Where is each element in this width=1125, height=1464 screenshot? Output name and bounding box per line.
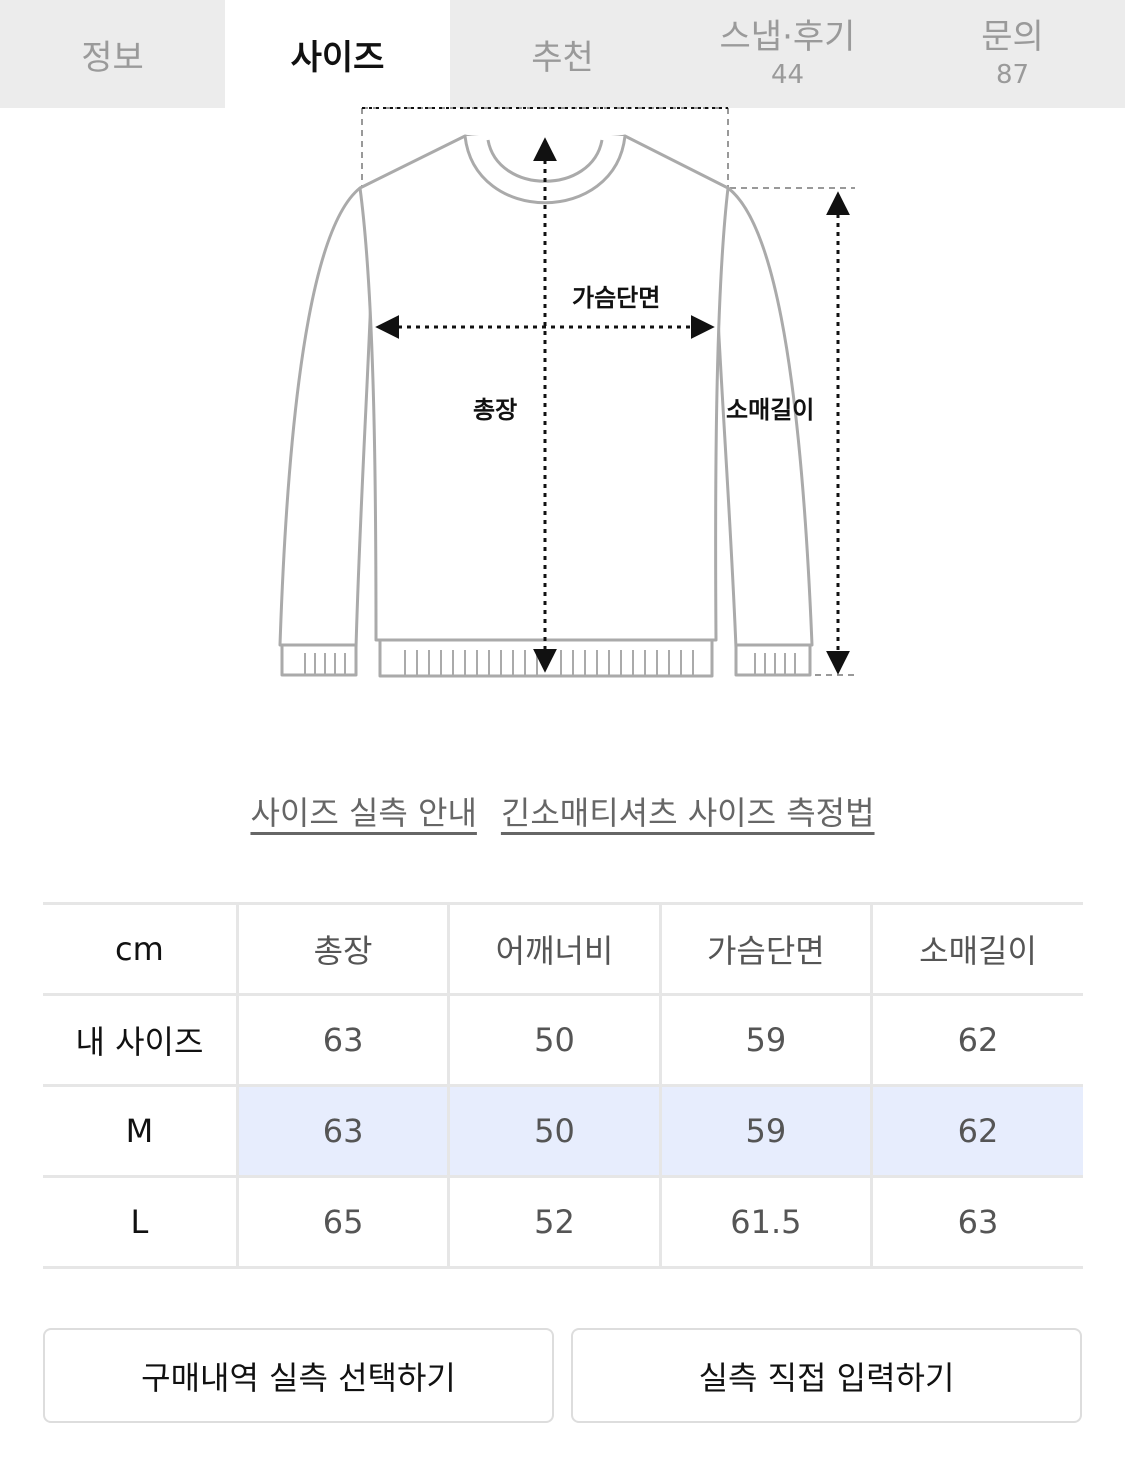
table-cell: 52 <box>448 1176 662 1269</box>
length-label: 총장 <box>473 396 517 424</box>
tab-recommend-label: 추천 <box>531 37 594 78</box>
tab-inquiry[interactable]: 문의 87 <box>900 0 1125 108</box>
table-cell: 65 <box>237 1176 451 1269</box>
tab-reviews-count: 44 <box>770 60 805 90</box>
table-cell: 62 <box>871 1085 1083 1178</box>
size-guide-links: 사이즈 실측 안내 긴소매티셔츠 사이즈 측정법 <box>0 788 1125 834</box>
tab-reviews-label: 스냅·후기 <box>719 17 856 57</box>
measure-method-link[interactable]: 긴소매티셔츠 사이즈 측정법 <box>501 788 875 834</box>
table-cell: 59 <box>660 1085 874 1178</box>
unit-header: cm <box>43 902 239 996</box>
column-header: 총장 <box>237 902 451 996</box>
table-row-l[interactable]: L 65 52 61.5 63 <box>43 1176 1083 1269</box>
tab-bar: 정보 사이즈 추천 스냅·후기 44 문의 87 <box>0 0 1125 108</box>
table-header-row: cm 총장 어깨너비 가슴단면 소매길이 <box>43 902 1083 996</box>
purchase-history-measure-button[interactable]: 구매내역 실측 선택하기 <box>43 1328 554 1423</box>
table-row-my-size[interactable]: 내 사이즈 63 50 59 62 <box>43 993 1083 1087</box>
column-header: 소매길이 <box>871 902 1083 996</box>
table-cell: 63 <box>237 993 451 1087</box>
tab-size[interactable]: 사이즈 <box>225 0 450 108</box>
sleeve-label: 소매길이 <box>726 396 814 424</box>
tab-reviews[interactable]: 스냅·후기 44 <box>675 0 900 108</box>
tab-recommend[interactable]: 추천 <box>450 0 675 108</box>
tab-info[interactable]: 정보 <box>0 0 225 108</box>
table-cell: 59 <box>660 993 874 1087</box>
table-cell: 63 <box>237 1085 451 1178</box>
sweatshirt-illustration: 가슴단면 총장 소매길이 <box>278 107 855 678</box>
tab-size-label: 사이즈 <box>290 37 385 78</box>
table-cell: 62 <box>871 993 1083 1087</box>
table-cell: 61.5 <box>660 1176 874 1269</box>
tab-inquiry-count: 87 <box>995 60 1030 90</box>
tab-info-label: 정보 <box>81 37 144 78</box>
size-guide-link[interactable]: 사이즈 실측 안내 <box>250 788 476 834</box>
size-table: cm 총장 어깨너비 가슴단면 소매길이 내 사이즈 63 50 59 62 M… <box>43 902 1083 1269</box>
chest-label: 가슴단면 <box>572 284 660 312</box>
row-label: L <box>43 1176 239 1269</box>
table-cell: 63 <box>871 1176 1083 1269</box>
direct-input-measure-button[interactable]: 실측 직접 입력하기 <box>571 1328 1082 1423</box>
column-header: 어깨너비 <box>448 902 662 996</box>
column-header: 가슴단면 <box>660 902 874 996</box>
row-label: M <box>43 1085 239 1178</box>
table-cell: 50 <box>448 1085 662 1178</box>
tab-inquiry-label: 문의 <box>981 17 1044 57</box>
row-label: 내 사이즈 <box>43 993 239 1087</box>
size-diagram: 가슴단면 총장 소매길이 <box>260 100 880 700</box>
table-row-m[interactable]: M 63 50 59 62 <box>43 1085 1083 1178</box>
table-cell: 50 <box>448 993 662 1087</box>
